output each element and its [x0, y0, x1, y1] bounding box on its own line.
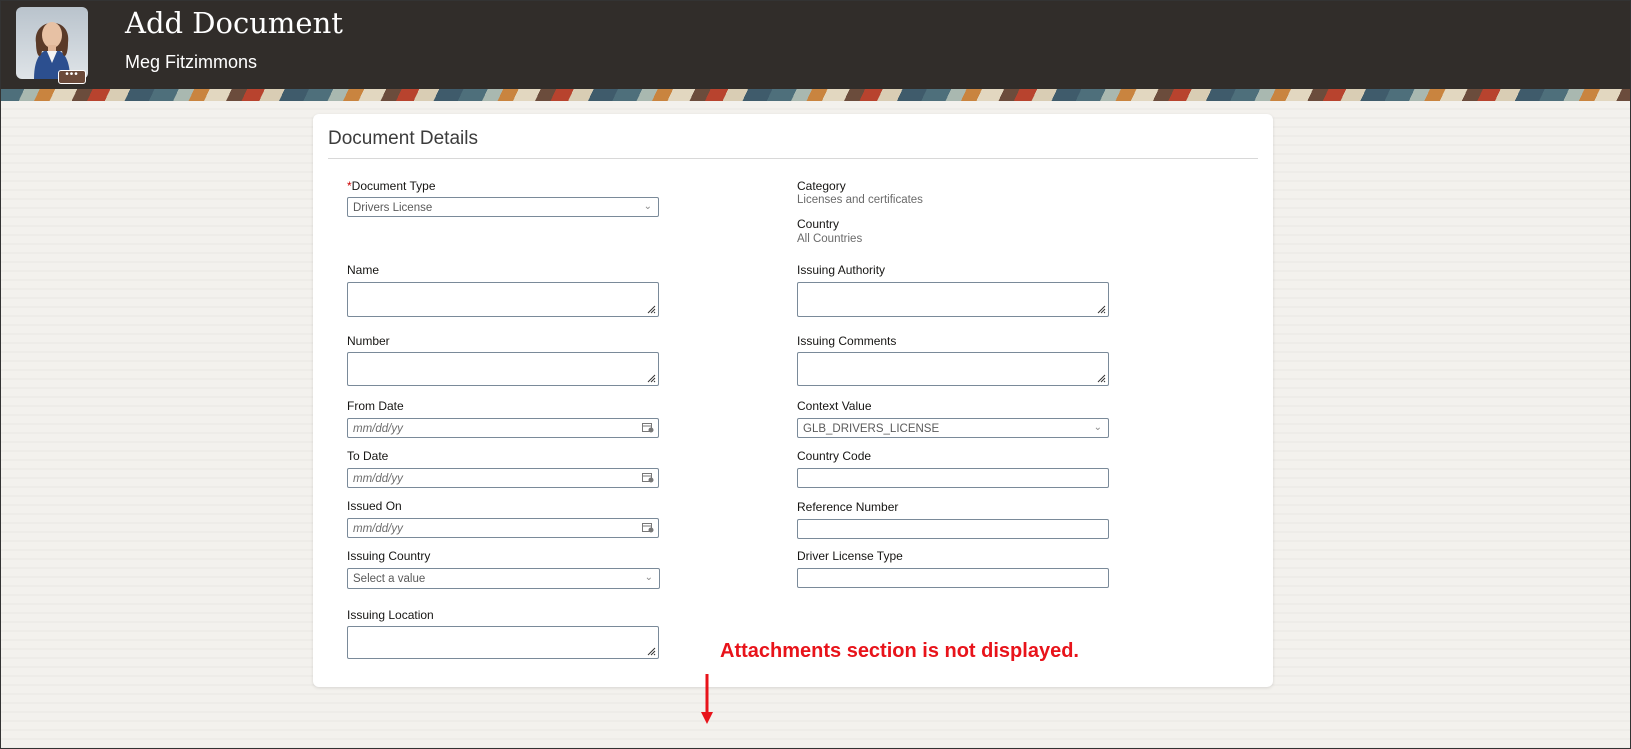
section-divider [328, 158, 1258, 159]
context-value-select[interactable]: GLB_DRIVERS_LICENSE ⌄ [797, 418, 1109, 438]
number-textarea[interactable] [347, 352, 659, 386]
issuing-authority-textarea[interactable] [797, 282, 1109, 317]
resize-handle-icon[interactable] [1096, 373, 1106, 383]
issued-on-input[interactable]: mm/dd/yy [347, 518, 659, 538]
country-label: Country [797, 217, 840, 231]
resize-handle-icon[interactable] [646, 373, 656, 383]
calendar-icon[interactable] [642, 522, 654, 533]
issuing-country-label: Issuing Country [347, 549, 431, 563]
issuing-comments-label: Issuing Comments [797, 334, 897, 348]
to-date-label: To Date [347, 449, 389, 463]
calendar-icon[interactable] [642, 422, 654, 433]
issuing-country-select[interactable]: Select a value ⌄ [347, 568, 660, 589]
issuing-authority-label: Issuing Authority [797, 263, 886, 277]
reference-number-label: Reference Number [797, 500, 899, 514]
chevron-down-icon: ⌄ [643, 201, 652, 212]
name-textarea[interactable] [347, 282, 659, 317]
name-label: Name [347, 263, 380, 277]
resize-handle-icon[interactable] [646, 304, 656, 314]
chevron-down-icon: ⌄ [644, 572, 653, 583]
page-header: ••• Add Document Meg Fitzimmons [0, 0, 1631, 89]
issuing-country-placeholder: Select a value [353, 573, 426, 585]
resize-handle-icon[interactable] [646, 646, 656, 656]
number-label: Number [347, 334, 390, 348]
country-code-label: Country Code [797, 449, 872, 463]
resize-handle-icon[interactable] [1096, 304, 1106, 314]
page-title: Add Document [125, 6, 343, 40]
category-value: Licenses and certificates [797, 194, 923, 206]
context-value-selected: GLB_DRIVERS_LICENSE [803, 423, 940, 435]
issued-on-label: Issued On [347, 499, 402, 513]
issuing-location-textarea[interactable] [347, 626, 659, 659]
from-date-input[interactable]: mm/dd/yy [347, 418, 659, 438]
issued-on-placeholder: mm/dd/yy [353, 523, 403, 535]
user-name: Meg Fitzimmons [125, 52, 258, 72]
document-type-select[interactable]: Drivers License ⌄ [347, 197, 659, 217]
country-code-input[interactable] [797, 468, 1109, 488]
document-type-label: *Document Type [347, 179, 436, 193]
reference-number-input[interactable] [797, 519, 1109, 539]
from-date-placeholder: mm/dd/yy [353, 423, 403, 435]
to-date-input[interactable]: mm/dd/yy [347, 468, 659, 488]
document-details-card: Document Details *Document Type Drivers … [313, 114, 1273, 687]
avatar-menu-badge[interactable]: ••• [58, 70, 86, 84]
driver-license-type-label: Driver License Type [797, 549, 903, 563]
chevron-down-icon: ⌄ [1093, 422, 1102, 433]
to-date-placeholder: mm/dd/yy [353, 473, 403, 485]
from-date-label: From Date [347, 399, 404, 413]
issuing-comments-textarea[interactable] [797, 352, 1109, 386]
context-value-label: Context Value [797, 399, 872, 413]
driver-license-type-input[interactable] [797, 568, 1109, 588]
arrow-down-icon [701, 674, 713, 724]
country-value: All Countries [797, 233, 863, 245]
annotation-note: Attachments section is not displayed. [720, 640, 1079, 662]
calendar-icon[interactable] [642, 472, 654, 483]
category-label: Category [797, 179, 846, 193]
document-type-value: Drivers License [353, 202, 433, 214]
issuing-location-label: Issuing Location [347, 608, 434, 622]
section-title: Document Details [328, 128, 478, 149]
decorative-banner [0, 89, 1631, 101]
